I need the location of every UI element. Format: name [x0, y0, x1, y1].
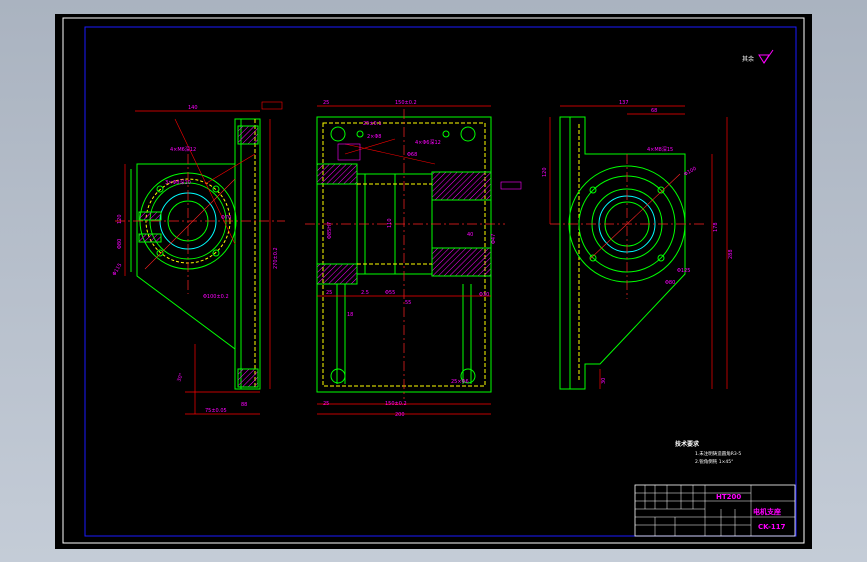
dim-right-tapped: 4×M8深15 [647, 146, 673, 153]
front-view: 25 150±0.2 25±0.1 2×Φ8 4×Φ6深12 Φ68 110 4… [305, 100, 522, 418]
dim-bolt-circle: Φ100±0.2 [203, 294, 229, 300]
roughness-label: 其余 [742, 55, 754, 63]
cad-viewport[interactable]: 其余 140 120 4×M6深12 3×Φ8深10 Φ100±0.2 Φ70 … [0, 0, 867, 562]
dim-plate-width: 88 [241, 402, 247, 408]
dim-center-height: 75±0.05 [205, 408, 227, 414]
drawing-canvas[interactable]: 其余 140 120 4×M6深12 3×Φ8深10 Φ100±0.2 Φ70 … [55, 14, 812, 549]
dim-left-height: 120 [117, 214, 123, 224]
dim-bore: Φ70 [221, 215, 231, 221]
dim-right-half: 68 [651, 108, 657, 114]
part-name-label: 电机支座 [753, 507, 781, 516]
tech-req-item-2: 2.锐角倒钝 1×45° [695, 458, 733, 465]
dim-front-large: Φ68 [407, 152, 417, 158]
dim-bottom-edge: 25 [323, 401, 329, 407]
dim-left-width: 140 [188, 105, 198, 111]
dim-flange: Φ115 [112, 262, 124, 277]
dim-bottom-spacing: 150±0.2 [385, 401, 407, 407]
dim-right-outer: Φ125 [677, 268, 690, 274]
dim-right-spigot: Φ80 [665, 280, 675, 286]
dim-total-width: 200 [395, 412, 405, 418]
dim-front-bore-length: 110 [387, 218, 393, 228]
surface-roughness-note: 其余 [742, 49, 774, 64]
dim-plate-height: 270±0.2 [273, 247, 279, 269]
dim-step: Φ55 [385, 290, 395, 296]
dim-right-total: 288 [728, 249, 734, 259]
dim-right-center: 120 [542, 167, 548, 177]
dim-front-depth: 40 [467, 232, 473, 238]
drawing-number-label: CK-117 [758, 523, 786, 531]
dim-front-offset: 25±0.1 [363, 121, 382, 127]
drawing-sheet: 其余 140 120 4×M6深12 3×Φ8深10 Φ100±0.2 Φ70 … [62, 17, 805, 544]
dim-small-bore: Φ30 [479, 292, 489, 298]
dim-tapped-holes: 4×M6深12 [170, 146, 196, 153]
dim-front-tapped: 4×Φ6深12 [415, 139, 441, 146]
dim-front-hole-spacing: 150±0.2 [395, 100, 417, 106]
dim-bottom-holes: 25×Φ6 [451, 379, 469, 385]
dim-counterbore: Φ47 [491, 234, 497, 244]
tech-req-heading: 技术要求 [675, 440, 700, 448]
outer-border [62, 17, 805, 544]
left-view: 140 120 4×M6深12 3×Φ8深10 Φ100±0.2 Φ70 Φ80… [112, 101, 285, 415]
right-view: 137 68 4×M8深15 120 178 Φ125 Φ80 Φ100 288… [542, 100, 734, 390]
dim-flange-thk: 25 [326, 290, 332, 296]
title-block: HT200 电机支座 CK-117 [634, 484, 796, 537]
dim-blind-holes: 3×Φ8深10 [165, 179, 191, 186]
dim-dowel-holes: 2×Φ8 [367, 134, 382, 140]
dim-rib: 18 [347, 312, 353, 318]
dim-right-base: 30 [601, 378, 607, 384]
dim-spigot: Φ80 [117, 239, 123, 249]
dim-angle: 30° [176, 372, 185, 383]
dim-right-width: 137 [619, 100, 629, 106]
technical-requirements: 技术要求 1.未注明铸造圆角R3-5 2.锐角倒钝 1×45° [675, 440, 741, 465]
inner-frame [84, 26, 797, 537]
dim-front-step2: 55 [405, 300, 411, 306]
dim-bearing-seat: Φ85H7 [327, 222, 333, 239]
tech-req-item-1: 1.未注明铸造圆角R3-5 [695, 450, 741, 457]
dim-chamfer: 2.5 [361, 290, 369, 296]
dim-front-edge: 25 [323, 100, 329, 106]
dim-right-height: 178 [713, 222, 719, 232]
material-label: HT200 [716, 493, 741, 501]
